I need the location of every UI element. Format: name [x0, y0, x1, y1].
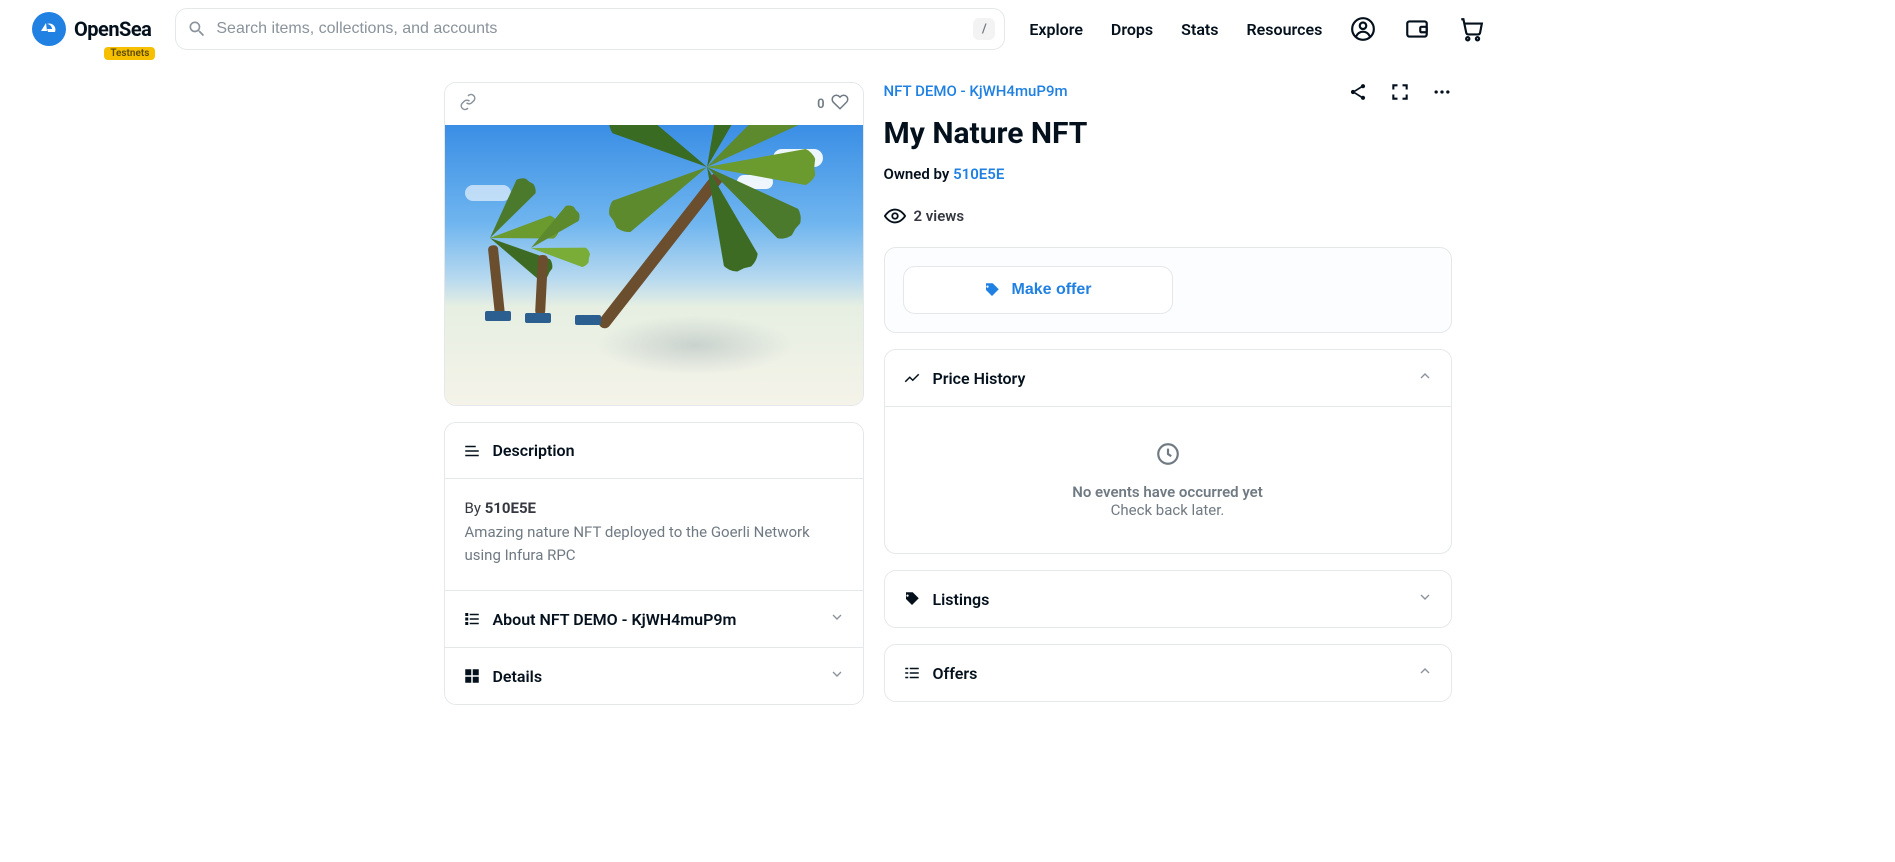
tag-icon — [903, 590, 921, 608]
search-icon — [187, 19, 207, 39]
opensea-logo-icon — [32, 12, 66, 46]
chevron-down-icon — [829, 666, 845, 686]
description-text: Amazing nature NFT deployed to the Goerl… — [465, 521, 843, 566]
listings-title: Listings — [933, 590, 990, 609]
description-panel: Description By 510E5E Amazing nature NFT… — [444, 422, 864, 705]
nav-explore[interactable]: Explore — [1029, 20, 1083, 39]
nav-stats[interactable]: Stats — [1181, 20, 1218, 39]
chevron-down-icon — [829, 609, 845, 629]
listings-panel: Listings — [884, 570, 1452, 628]
price-history-title: Price History — [933, 369, 1026, 388]
chevron-up-icon — [1417, 663, 1433, 683]
make-offer-label: Make offer — [1011, 281, 1091, 299]
cart-icon[interactable] — [1458, 16, 1484, 42]
chain-icon[interactable] — [459, 93, 477, 115]
details-title: Details — [493, 667, 543, 686]
about-header[interactable]: About NFT DEMO - KjWH4muP9m — [445, 590, 863, 647]
owner-link[interactable]: 510E5E — [953, 165, 1004, 183]
no-events-sub: Check back later. — [895, 501, 1441, 519]
details-icon — [463, 667, 481, 685]
collection-link[interactable]: NFT DEMO - KjWH4muP9m — [884, 82, 1068, 100]
wallet-icon[interactable] — [1404, 16, 1430, 42]
offer-card: Make offer — [884, 247, 1452, 333]
description-header[interactable]: Description — [445, 423, 863, 478]
like-count: 0 — [817, 97, 824, 112]
nft-title: My Nature NFT — [884, 116, 1452, 151]
eye-icon — [884, 205, 906, 227]
description-title: Description — [493, 441, 575, 460]
about-title: About NFT DEMO - KjWH4muP9m — [493, 610, 737, 629]
clock-icon — [1155, 441, 1181, 467]
about-icon — [463, 610, 481, 628]
heart-icon[interactable] — [831, 93, 849, 115]
creator-name[interactable]: 510E5E — [485, 499, 536, 517]
brand-name: OpenSea — [74, 17, 151, 41]
price-history-header[interactable]: Price History — [885, 350, 1451, 406]
no-events-title: No events have occurred yet — [895, 483, 1441, 501]
account-icon[interactable] — [1350, 16, 1376, 42]
chart-icon — [903, 369, 921, 387]
view-count: 2 views — [914, 207, 965, 225]
tag-icon — [983, 281, 1001, 299]
listings-header[interactable]: Listings — [885, 571, 1451, 627]
make-offer-button[interactable]: Make offer — [903, 266, 1173, 314]
offers-title: Offers — [933, 664, 978, 683]
offers-panel: Offers — [884, 644, 1452, 702]
owned-by-prefix: Owned by — [884, 165, 950, 183]
share-icon[interactable] — [1348, 82, 1368, 106]
nft-image-card: 0 — [444, 82, 864, 406]
testnets-badge: Testnets — [104, 47, 155, 60]
header: OpenSea Testnets / Explore Drops Stats R… — [0, 0, 1895, 58]
nav-resources[interactable]: Resources — [1247, 20, 1323, 39]
nav: Explore Drops Stats Resources — [1029, 16, 1484, 42]
logo[interactable]: OpenSea Testnets — [32, 12, 151, 46]
price-history-panel: Price History No events have occurred ye… — [884, 349, 1452, 554]
search-bar: / — [175, 8, 1005, 50]
creator-prefix: By — [465, 499, 481, 517]
chevron-up-icon — [1417, 368, 1433, 388]
details-header[interactable]: Details — [445, 647, 863, 704]
description-icon — [463, 442, 481, 460]
search-input[interactable] — [175, 8, 1005, 50]
slash-hotkey: / — [973, 18, 995, 40]
chevron-down-icon — [1417, 589, 1433, 609]
nft-image[interactable] — [445, 125, 863, 405]
offers-header[interactable]: Offers — [885, 645, 1451, 701]
list-icon — [903, 664, 921, 682]
nav-drops[interactable]: Drops — [1111, 20, 1153, 39]
fullscreen-icon[interactable] — [1390, 82, 1410, 106]
more-icon[interactable] — [1432, 82, 1452, 106]
